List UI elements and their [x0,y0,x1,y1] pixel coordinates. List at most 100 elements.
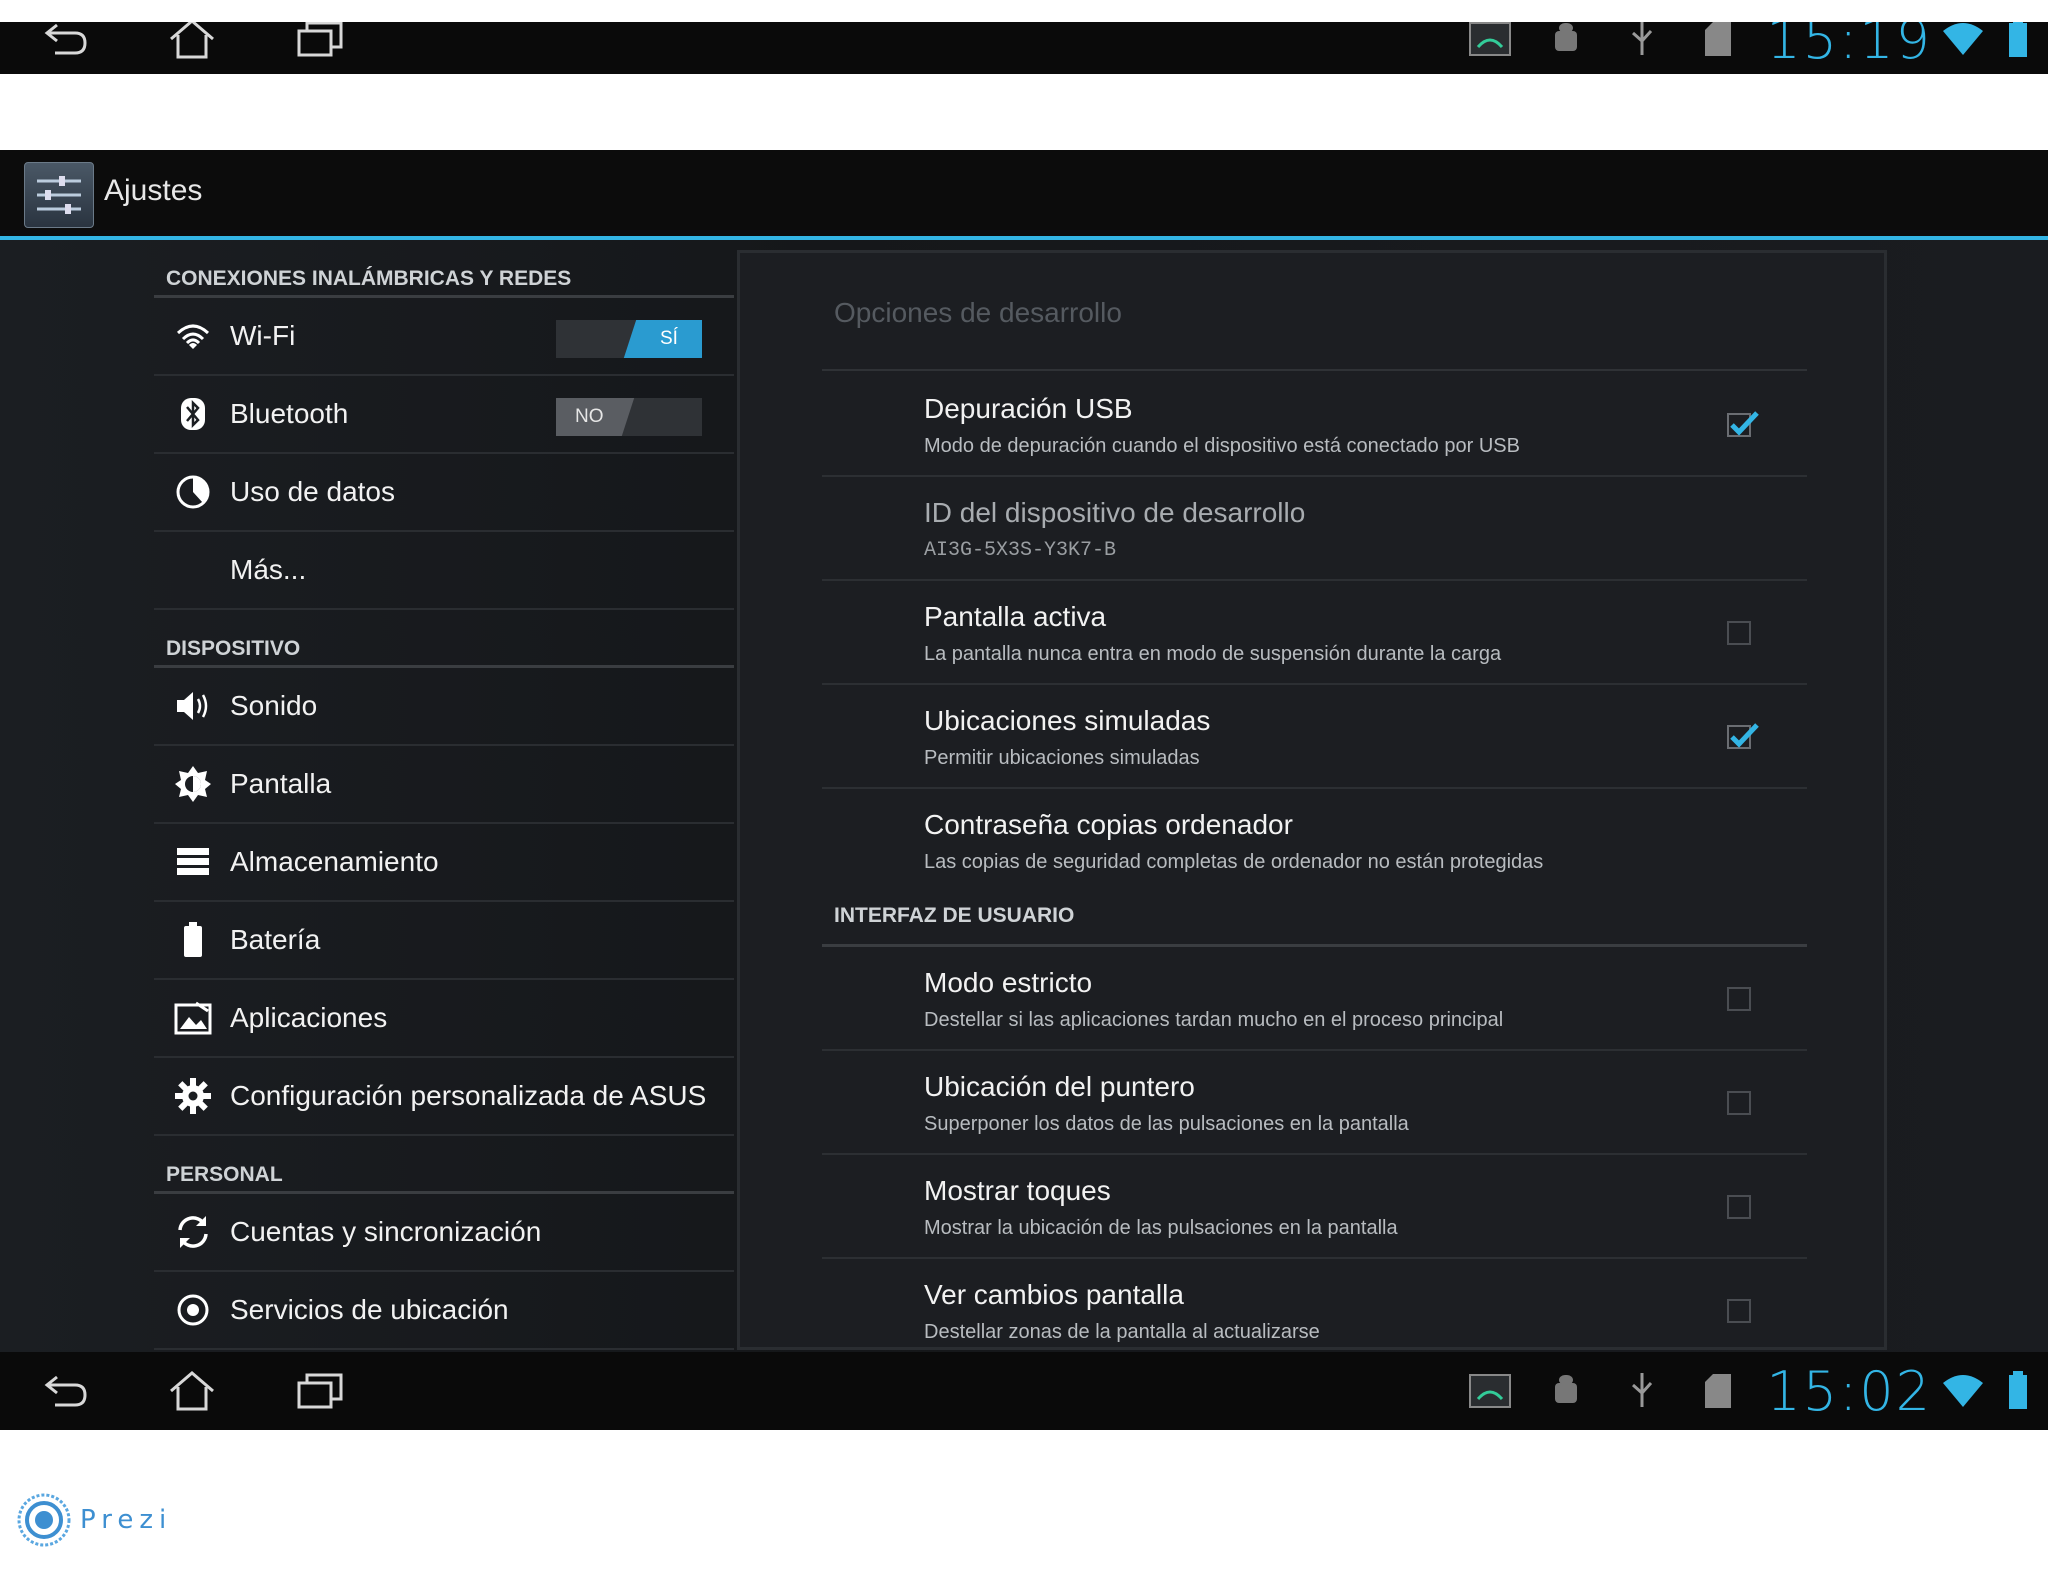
bluetooth-icon [164,375,222,453]
blank-icon [164,531,222,609]
mock-locations-checkbox[interactable] [1727,723,1759,749]
sidebar-item-label: Wi-Fi [230,320,296,351]
wifi-signal-icon [1938,1373,1988,1409]
storage-icon [164,823,222,901]
brightness-icon [164,745,222,823]
sidebar-item-label: Bluetooth [230,398,349,429]
divider [822,369,1807,371]
system-tray: 15:19 [1452,22,2048,74]
android-debug-icon [1528,1373,1604,1409]
home-icon [170,1371,214,1411]
option-stay-awake[interactable]: Pantalla activa La pantalla nunca entra … [822,581,1807,685]
sidebar-item-storage[interactable]: Almacenamiento [154,824,734,902]
pointer-location-checkbox[interactable] [1727,1091,1751,1115]
sidebar-item-accounts-sync[interactable]: Cuentas y sincronización [154,1194,734,1272]
back-icon [44,23,87,55]
wifi-icon [164,297,222,375]
option-title: Ubicación del puntero [924,1071,1195,1102]
toggle-label: NO [574,406,604,427]
option-summary: Modo de depuración cuando el dispositivo… [924,435,1520,457]
sidebar-item-more[interactable]: Más... [154,532,734,610]
usb-icon [1604,22,1680,59]
bluetooth-toggle[interactable]: NO [556,398,702,436]
show-screen-updates-checkbox[interactable] [1727,1299,1751,1323]
sidebar-item-asus-settings[interactable]: Configuración personalizada de ASUS [154,1058,734,1136]
sidebar-item-label: Más... [230,554,307,585]
toggle-label: SÍ [660,328,678,349]
section-header-personal: PERSONAL [154,1136,734,1194]
sidebar-item-sound[interactable]: Sonido [154,668,734,746]
prezi-text: Prezi [80,1505,173,1535]
usb-debugging-checkbox[interactable] [1727,411,1759,437]
sidebar-item-data-usage[interactable]: Uso de datos [154,454,734,532]
settings-headers-list: CONEXIONES INALÁMBRICAS Y REDES Wi-Fi SÍ… [154,240,734,1350]
battery-status-icon [1988,22,2048,59]
screenshot-notification-icon [1452,22,1528,57]
wifi-toggle[interactable]: SÍ [556,320,702,358]
option-pointer-location[interactable]: Ubicación del puntero Superponer los dat… [822,1051,1807,1155]
prezi-logo-icon [17,1493,71,1547]
stay-awake-checkbox[interactable] [1727,621,1751,645]
option-summary: Mostrar la ubicación de las pulsaciones … [924,1217,1398,1239]
option-title: Ubicaciones simuladas [924,705,1211,736]
back-icon [44,1375,87,1407]
option-title: Pantalla activa [924,601,1107,632]
option-title: Depuración USB [924,393,1133,424]
sidebar-item-display[interactable]: Pantalla [154,746,734,824]
android-debug-icon [1528,22,1604,57]
sidebar-item-label: Uso de datos [230,476,395,507]
sidebar-item-label: Cuentas y sincronización [230,1216,542,1247]
option-summary: Destellar zonas de la pantalla al actual… [924,1321,1320,1343]
recent-apps-icon [297,22,343,57]
option-backup-password[interactable]: Contraseña copias ordenador Las copias d… [822,789,1807,893]
section-header-wireless: CONEXIONES INALÁMBRICAS Y REDES [154,240,734,298]
option-usb-debugging[interactable]: Depuración USB Modo de depuración cuando… [822,373,1807,477]
developer-options-pane: Opciones de desarrollo Depuración USB Mo… [737,250,1887,1350]
back-button[interactable] [26,22,106,74]
sidebar-item-bluetooth[interactable]: Bluetooth NO [154,376,734,454]
sidebar-item-label: Sonido [230,690,318,721]
sync-icon [164,1193,222,1271]
home-button[interactable] [152,22,232,74]
option-strict-mode[interactable]: Modo estricto Destellar si las aplicacio… [822,947,1807,1051]
option-title: Contraseña copias ordenador [924,809,1293,840]
section-header-user-interface: INTERFAZ DE USUARIO [822,893,1807,947]
option-summary: Destellar si las aplicaciones tardan muc… [924,1009,1504,1031]
system-tray: 15:02 [1452,1352,2048,1430]
top-system-bar: 15:19 [0,22,2048,74]
back-button[interactable] [26,1352,106,1430]
option-title: ID del dispositivo de desarrollo [924,497,1306,528]
home-button[interactable] [152,1352,232,1430]
settings-app-icon[interactable] [24,162,94,228]
option-mock-locations[interactable]: Ubicaciones simuladas Permitir ubicacion… [822,685,1807,789]
option-summary: Superponer los datos de las pulsaciones … [924,1113,1409,1135]
recent-apps-button[interactable] [280,1352,360,1430]
location-icon [164,1271,222,1349]
sd-card-icon [1680,1372,1756,1410]
option-summary: La pantalla nunca entra en modo de suspe… [924,643,1502,665]
sidebar-item-battery[interactable]: Batería [154,902,734,980]
clock: 15:02 [1766,1359,1932,1423]
bottom-system-bar: 15:02 [0,1352,2048,1430]
clock: 15:19 [1766,22,1932,71]
show-touches-checkbox[interactable] [1727,1195,1751,1219]
sidebar-item-label: Aplicaciones [230,1002,388,1033]
recent-apps-button[interactable] [280,22,360,74]
battery-icon [164,901,222,979]
sidebar-item-location[interactable]: Servicios de ubicación [154,1272,734,1350]
sidebar-item-applications[interactable]: Aplicaciones [154,980,734,1058]
action-bar: Ajustes [0,150,2048,240]
option-title: Mostrar toques [924,1175,1111,1206]
option-show-touches[interactable]: Mostrar toques Mostrar la ubicación de l… [822,1155,1807,1259]
wifi-signal-icon [1938,22,1988,57]
data-usage-icon [164,453,222,531]
sidebar-item-label: Pantalla [230,768,332,799]
strict-mode-checkbox[interactable] [1727,987,1751,1011]
screenshot-notification-icon [1452,1373,1528,1409]
developer-options-list: Depuración USB Modo de depuración cuando… [822,373,1807,1352]
sidebar-item-label: Almacenamiento [230,846,439,877]
option-device-id: ID del dispositivo de desarrollo AI3G-5X… [822,477,1807,581]
option-show-screen-updates[interactable]: Ver cambios pantalla Destellar zonas de … [822,1259,1807,1352]
sidebar-item-label: Batería [230,924,321,955]
sidebar-item-wifi[interactable]: Wi-Fi SÍ [154,298,734,376]
